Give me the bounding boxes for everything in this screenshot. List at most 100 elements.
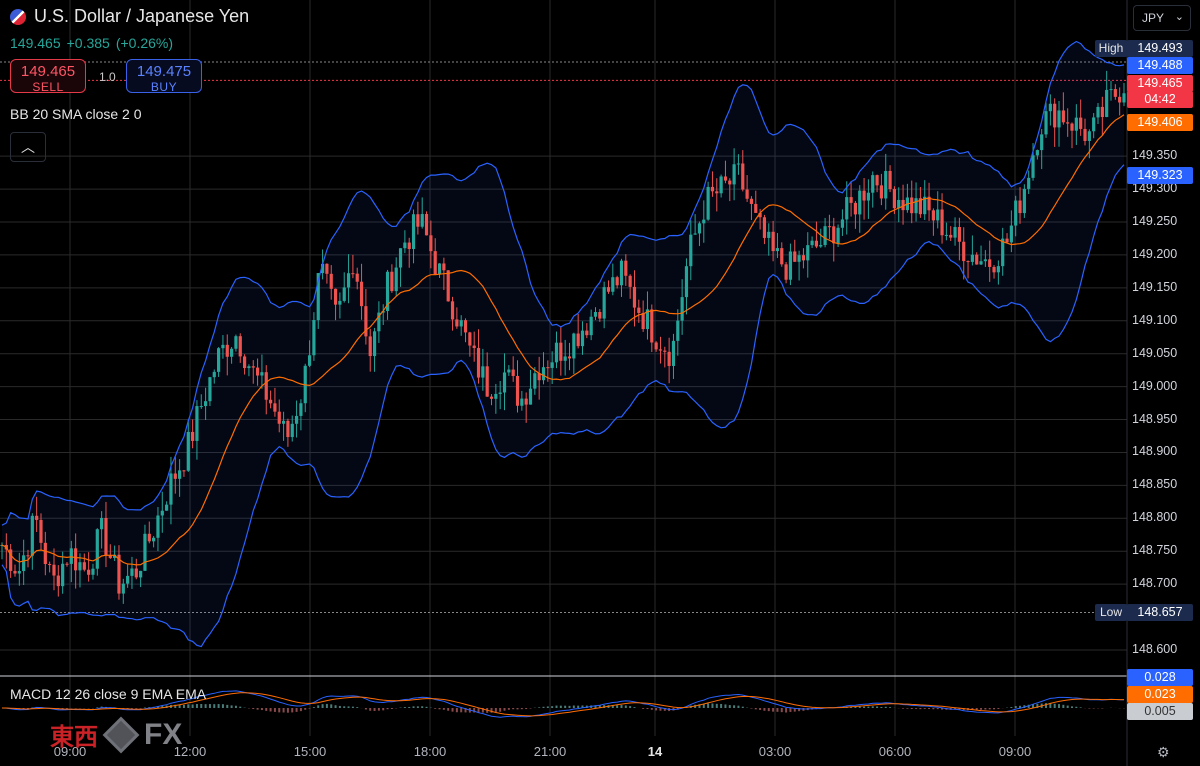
candle-body	[719, 176, 723, 194]
candle-body	[879, 185, 884, 199]
candle-body	[134, 568, 138, 578]
candle-body	[931, 210, 935, 221]
candle-body	[1044, 111, 1048, 135]
candle-body	[684, 266, 689, 298]
candle-body	[667, 351, 671, 366]
collapse-indicators-button[interactable]: ︿	[10, 132, 46, 162]
price-chart[interactable]	[0, 0, 1200, 766]
candle-body	[871, 175, 875, 193]
candle-body	[741, 163, 745, 190]
low-value-tag: 148.657	[1127, 604, 1193, 621]
candle-body	[788, 251, 793, 280]
candle-body	[858, 190, 862, 215]
candle-body	[260, 372, 264, 376]
candle-body	[1118, 96, 1122, 103]
price-tick-label: 148.900	[1132, 444, 1178, 459]
candle-body	[126, 575, 130, 584]
candle-body	[862, 190, 866, 201]
candle-body	[502, 372, 507, 393]
candle-body	[411, 214, 416, 250]
candle-body	[238, 336, 242, 357]
candle-body	[52, 564, 56, 576]
candle-body	[641, 312, 645, 330]
candle-body	[268, 399, 273, 404]
candle-body	[823, 226, 827, 246]
candle-body	[589, 316, 593, 336]
candle-body	[966, 261, 970, 263]
broker-logo: 東西 FX	[50, 716, 182, 753]
candle-body	[1035, 150, 1039, 156]
candle-body	[251, 366, 255, 368]
price-tick-label: 148.750	[1132, 543, 1178, 558]
candle-body	[30, 515, 34, 556]
candle-body	[780, 248, 784, 265]
candle-body	[606, 287, 611, 292]
signal-value-tag: 0.023	[1127, 686, 1193, 703]
candle-body	[169, 473, 173, 505]
candle-body	[468, 332, 472, 346]
candle-body	[147, 533, 151, 542]
candle-body	[888, 170, 892, 190]
candle-body	[797, 255, 801, 262]
candle-body	[355, 273, 359, 282]
bb-indicator-label[interactable]: BB 20 SMA close 2 0	[10, 106, 142, 122]
price-tick-label: 148.800	[1132, 510, 1178, 525]
macd-indicator-label[interactable]: MACD 12 26 close 9 EMA EMA	[10, 686, 206, 702]
currency-select[interactable]: JPY ⌄	[1133, 5, 1191, 31]
candle-body	[104, 517, 108, 555]
candle-body	[676, 320, 680, 341]
candle-body	[1018, 200, 1022, 214]
high-value-tag: 149.493	[1127, 40, 1193, 57]
candle-body	[533, 373, 537, 389]
candle-body	[546, 367, 550, 369]
time-axis-label: 09:00	[998, 744, 1032, 759]
candle-body	[234, 336, 238, 349]
candle-body	[489, 396, 494, 399]
settings-gear-icon[interactable]: ⚙	[1157, 744, 1170, 761]
lot-size[interactable]: 1.0	[99, 70, 116, 84]
candle-body	[420, 214, 424, 227]
quote-line: 149.465 +0.385 (+0.26%)	[10, 35, 173, 51]
candle-body	[312, 320, 316, 356]
candle-body	[962, 241, 966, 262]
candle-body	[481, 366, 485, 378]
candle-body	[39, 519, 43, 543]
candle-body	[663, 350, 667, 352]
candle-body	[368, 336, 372, 357]
candle-body	[446, 270, 450, 302]
candle-body	[723, 176, 728, 181]
candle-body	[204, 401, 208, 407]
candle-body	[702, 219, 706, 224]
candle-body	[580, 330, 585, 347]
candle-body	[944, 234, 948, 236]
symbol-title: U.S. Dollar / Japanese Yen	[34, 6, 250, 26]
candle-body	[329, 273, 333, 289]
candle-body	[940, 209, 944, 236]
candle-body	[836, 227, 840, 244]
candle-body	[624, 260, 628, 276]
candle-body	[550, 362, 554, 368]
candle-body	[212, 371, 216, 378]
bollinger-fill	[2, 41, 1124, 647]
candle-body	[875, 175, 879, 186]
buy-button[interactable]: 149.475 BUY	[126, 59, 202, 94]
candle-body	[1040, 134, 1044, 151]
candle-body	[745, 189, 749, 199]
buy-label: BUY	[150, 80, 178, 94]
sell-button[interactable]: 149.465 SELL	[10, 59, 86, 94]
candle-body	[433, 251, 437, 275]
candle-body	[403, 242, 407, 249]
candle-body	[225, 344, 229, 357]
candle-body	[593, 311, 598, 317]
candle-body	[628, 275, 632, 287]
candle-body	[849, 197, 853, 203]
candle-body	[845, 197, 849, 220]
candle-body	[299, 403, 303, 416]
candle-body	[572, 333, 576, 359]
candle-body	[294, 415, 299, 424]
candle-body	[559, 342, 563, 361]
candle-body	[152, 537, 156, 542]
candle-body	[69, 548, 73, 564]
candle-body	[390, 271, 394, 292]
candle-body	[654, 342, 658, 350]
